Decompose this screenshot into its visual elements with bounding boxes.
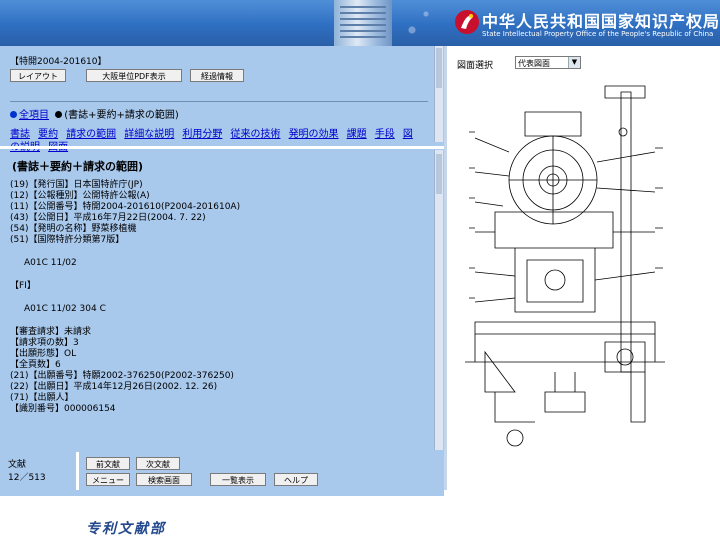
- toolbar-divider: [10, 101, 428, 102]
- building-image: [334, 0, 392, 46]
- link-means[interactable]: 手段: [375, 129, 395, 140]
- filing-line: (21)【出願番号】特願2002-376250(P2002-376250): [10, 371, 234, 381]
- bottom-strip: [0, 490, 444, 496]
- ipc-main: A01C 11/02: [24, 258, 77, 268]
- view-all-items-link[interactable]: 全項目: [19, 110, 49, 121]
- filing-line: 【請求項の数】3: [10, 338, 79, 348]
- link-detailed-description[interactable]: 詳細な説明: [124, 129, 174, 140]
- decorative-pattern: [392, 0, 442, 46]
- filing-line: 【識別番号】000006154: [10, 404, 116, 414]
- figure-panel: 図面選択 代表図面 ▼: [444, 46, 720, 490]
- dropdown-arrow-icon[interactable]: ▼: [568, 57, 580, 68]
- filing-line: (71)【出願人】: [10, 393, 74, 403]
- menu-button[interactable]: メニュー: [86, 473, 130, 486]
- document-panel: 【特開2004-201610】 レイアウト 大阪単位PDF表示 経過情報 全項目…: [0, 46, 444, 490]
- biblio-line: (11)【公開番号】特開2004-201610(P2004-201610A): [10, 202, 241, 212]
- doc-count-value: 12／513: [8, 473, 46, 483]
- fi-value: A01C 11/02 304 C: [24, 304, 106, 314]
- figure-select-value: 代表図面: [518, 59, 550, 68]
- link-problem[interactable]: 課題: [347, 129, 367, 140]
- next-document-button[interactable]: 次文献: [136, 457, 180, 470]
- site-title-cn: 中华人民共和国国家知识产权局: [482, 12, 720, 31]
- sipo-logo-icon: [455, 10, 479, 34]
- biblio-line: (54)【発明の名称】野菜移植機: [10, 224, 137, 234]
- radio-all-items[interactable]: [10, 111, 17, 118]
- link-field[interactable]: 利用分野: [182, 129, 222, 140]
- filing-line: (22)【出願日】平成14年12月26日(2002. 12. 26): [10, 382, 218, 392]
- help-button[interactable]: ヘルプ: [274, 473, 318, 486]
- figure-select-label: 図面選択: [457, 61, 494, 71]
- link-figure[interactable]: 図: [403, 129, 413, 140]
- search-screen-button[interactable]: 検索画面: [136, 473, 192, 486]
- fi-header: 【FI】: [10, 281, 36, 291]
- link-effects[interactable]: 発明の効果: [289, 129, 339, 140]
- toolbar-scrollbar[interactable]: [434, 46, 443, 142]
- view-options: 全項目 (書誌+要約+請求の範囲): [10, 106, 179, 121]
- section-links-row2: の説明 図面: [10, 135, 71, 154]
- section-title: (書誌＋要約＋請求の範囲): [12, 160, 144, 173]
- figure-select[interactable]: 代表図面 ▼: [515, 56, 581, 69]
- document-toolbar: 【特開2004-201610】 レイアウト 大阪単位PDF表示 経過情報 全項目…: [6, 50, 430, 153]
- patent-drawing: [465, 85, 665, 447]
- bibliography-content: (19)【発行国】日本国特許庁(JP) (12)【公報種別】公開特許公報(A) …: [10, 180, 428, 415]
- layout-button[interactable]: レイアウト: [10, 69, 66, 82]
- radio-biblio-summary[interactable]: [55, 111, 63, 118]
- navigation-bar: 文献 12／513 前文献 次文献 メニュー 検索画面 一覧表示 ヘルプ: [0, 452, 444, 490]
- biblio-line: (51)【国際特許分類第7版】: [10, 235, 125, 245]
- link-claims[interactable]: 請求の範囲: [66, 129, 116, 140]
- doc-count-label: 文献: [8, 460, 27, 470]
- filing-line: 【審査請求】未請求: [10, 327, 92, 337]
- filing-line: 【出願形態】OL: [10, 349, 77, 359]
- biblio-line: (12)【公報種別】公開特許公報(A): [10, 191, 150, 201]
- filing-line: 【全頁数】6: [10, 360, 61, 370]
- nav-divider: [76, 452, 79, 490]
- biblio-line: (43)【公開日】平成16年7月22日(2004. 7. 22): [10, 213, 206, 223]
- content-scrollbar[interactable]: [434, 150, 443, 450]
- link-prior-art[interactable]: 従来の技術: [230, 129, 280, 140]
- site-header: 中华人民共和国国家知识产权局 State Intellectual Proper…: [0, 0, 720, 46]
- site-title-en: State Intellectual Property Office of th…: [482, 30, 714, 38]
- biblio-line: (19)【発行国】日本国特許庁(JP): [10, 180, 143, 190]
- progress-info-button[interactable]: 経過情報: [190, 69, 244, 82]
- list-view-button[interactable]: 一覧表示: [210, 473, 266, 486]
- prev-document-button[interactable]: 前文献: [86, 457, 130, 470]
- panel-divider: [0, 146, 444, 149]
- footer-dept-title: 专利文献部: [86, 521, 166, 537]
- document-number: 【特開2004-201610】: [10, 57, 107, 67]
- view-biblio-summary-label: (書誌+要約+請求の範囲): [64, 110, 179, 121]
- pdf-display-button[interactable]: 大阪単位PDF表示: [86, 69, 182, 82]
